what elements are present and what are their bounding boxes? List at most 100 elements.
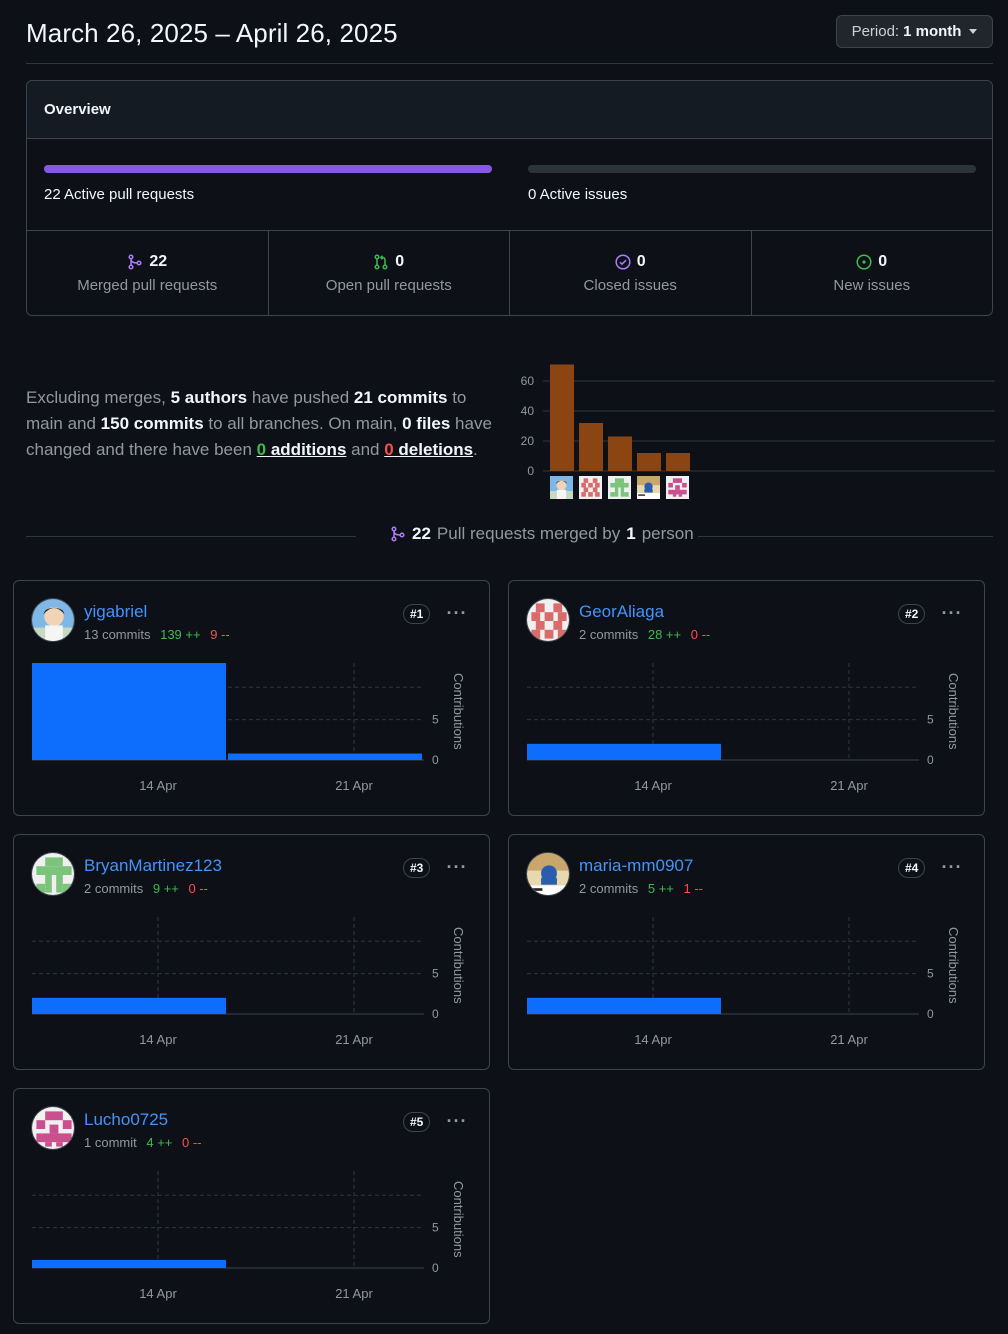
identicon-avatar — [32, 1107, 74, 1149]
contributor-card: Lucho0725 1 commit 4 ++ 0 -- #5 ··· 5 0 14… — [13, 1088, 490, 1324]
author-avatar-yigabriel[interactable] — [550, 476, 573, 499]
contribution-chart: 5 0 14 Apr 21 Apr Contributions — [32, 1171, 466, 1301]
profile-photo-avatar — [527, 853, 569, 895]
author-avatar-BryanMartinez123[interactable] — [608, 476, 631, 499]
profile-photo-avatar — [550, 476, 573, 499]
contribution-chart: 5 0 14 Apr 21 Apr Contributions — [32, 917, 466, 1047]
merged-text: Pull requests merged by — [436, 524, 621, 543]
git-merge-icon — [391, 526, 405, 542]
commit-bar-yigabriel[interactable] — [550, 364, 574, 472]
contribution-bar[interactable] — [527, 997, 721, 1014]
git-pull-request-icon — [374, 254, 388, 270]
stat-open-prs[interactable]: 0 Open pull requests — [269, 231, 510, 315]
active-prs-link[interactable]: 22 Active pull requests — [44, 186, 194, 203]
commit-bar-BryanMartinez123[interactable] — [608, 436, 632, 472]
header-divider — [26, 63, 993, 64]
merged-by-summary: 22 Pull requests merged by 1 person — [386, 524, 698, 544]
contribution-bar[interactable] — [32, 1259, 226, 1268]
y-tick-label: 0 — [432, 1261, 439, 1275]
contribution-bar[interactable] — [32, 997, 226, 1014]
deletions-word: deletions — [398, 440, 474, 459]
contribution-chart: 5 0 14 Apr 21 Apr Contributions — [32, 663, 466, 793]
contributor-commits[interactable]: 13 commits — [84, 627, 150, 642]
summary-text: and — [346, 440, 385, 459]
contributor-commits[interactable]: 1 commit — [84, 1135, 137, 1150]
contribution-bar[interactable] — [527, 743, 721, 760]
avatar[interactable] — [31, 1106, 75, 1150]
y-tick-label: 0 — [927, 1007, 934, 1021]
git-merge-icon — [128, 254, 142, 270]
overview-stats: 22 Merged pull requests 0 Open pull requ… — [27, 231, 993, 315]
x-tick-label: 21 Apr — [335, 1032, 373, 1047]
stat-closed-count: 0 — [636, 253, 646, 270]
summary-text: have pushed — [247, 388, 354, 407]
contributor-deletions: 1 -- — [683, 881, 704, 896]
y-tick-label: 60 — [521, 374, 535, 388]
stat-open-label: Open pull requests — [325, 277, 452, 294]
contribution-chart: 5 0 14 Apr 21 Apr Contributions — [527, 917, 961, 1047]
kebab-menu-icon[interactable]: ··· — [939, 855, 965, 879]
stat-new-label: New issues — [833, 277, 911, 294]
kebab-menu-icon[interactable]: ··· — [939, 601, 965, 625]
x-tick-label: 21 Apr — [830, 778, 868, 793]
issue-closed-icon — [615, 254, 631, 270]
contributor-meta: 2 commits 9 ++ 0 -- — [84, 881, 208, 896]
contributor-name[interactable]: GeorAliaga — [579, 602, 664, 622]
kebab-menu-icon[interactable]: ··· — [444, 855, 470, 879]
period-dropdown-button[interactable]: Period: 1 month — [836, 15, 993, 48]
contribution-chart: 5 0 14 Apr 21 Apr Contributions — [527, 663, 961, 793]
author-avatar-Lucho0725[interactable] — [666, 476, 689, 499]
deletions-link[interactable]: 0 deletions — [384, 440, 473, 459]
period-prefix: Period: — [851, 23, 900, 40]
contribution-bar[interactable] — [32, 663, 226, 760]
y-tick-label: 20 — [521, 434, 535, 448]
commit-summary: Excluding merges, 5 authors have pushed … — [26, 385, 506, 463]
additions-link[interactable]: 0 additions — [257, 440, 347, 459]
summary-authors: 5 authors — [170, 388, 248, 407]
contributor-name[interactable]: yigabriel — [84, 602, 147, 622]
identicon-avatar — [527, 599, 569, 641]
contributor-name[interactable]: Lucho0725 — [84, 1110, 168, 1130]
page-title: March 26, 2025 – April 26, 2025 — [26, 18, 398, 48]
profile-photo-avatar — [637, 476, 660, 499]
contributor-commits[interactable]: 2 commits — [579, 627, 638, 642]
merged-text: person — [641, 524, 694, 543]
stat-merged-prs[interactable]: 22 Merged pull requests — [27, 231, 269, 315]
commit-bar-GeorAliaga[interactable] — [579, 423, 603, 471]
commit-bar-maria-mm0907[interactable] — [637, 453, 661, 471]
commit-bar-Lucho0725[interactable] — [666, 453, 690, 471]
avatar[interactable] — [526, 598, 570, 642]
stat-new-issues[interactable]: 0 New issues — [752, 231, 993, 315]
contributor-commits[interactable]: 2 commits — [84, 881, 143, 896]
x-tick-label: 21 Apr — [335, 1286, 373, 1301]
kebab-menu-icon[interactable]: ··· — [444, 1109, 470, 1133]
contributor-name[interactable]: BryanMartinez123 — [84, 856, 222, 876]
contributor-deletions: 0 -- — [182, 1135, 202, 1150]
contributor-additions: 5 ++ — [647, 881, 674, 896]
identicon-avatar — [666, 476, 689, 499]
avatar[interactable] — [526, 852, 570, 896]
kebab-menu-icon[interactable]: ··· — [444, 601, 470, 625]
avatar[interactable] — [31, 598, 75, 642]
identicon-avatar — [32, 853, 74, 895]
contributor-additions: 4 ++ — [146, 1135, 173, 1150]
stat-merged-count: 22 — [149, 253, 168, 270]
active-issues-link[interactable]: 0 Active issues — [528, 186, 627, 203]
contribution-bar[interactable] — [228, 753, 422, 760]
contributor-name[interactable]: maria-mm0907 — [579, 856, 693, 876]
stat-closed-label: Closed issues — [583, 277, 677, 294]
x-tick-label: 14 Apr — [139, 778, 177, 793]
active-prs-bar-fill — [44, 165, 492, 173]
rank-badge: #4 — [898, 858, 926, 878]
contributor-commits[interactable]: 2 commits — [579, 881, 638, 896]
author-avatar-GeorAliaga[interactable] — [579, 476, 602, 499]
y-tick-label: 5 — [927, 713, 934, 727]
author-avatar-maria-mm0907[interactable] — [637, 476, 660, 499]
avatar[interactable] — [31, 852, 75, 896]
x-tick-label: 14 Apr — [634, 778, 672, 793]
stat-closed-issues[interactable]: 0 Closed issues — [510, 231, 752, 315]
summary-files: 0 files — [402, 414, 451, 433]
y-axis-label: Contributions — [451, 1181, 466, 1258]
merged-by-divider: 22 Pull requests merged by 1 person — [26, 524, 993, 548]
y-axis-label: Contributions — [946, 673, 961, 750]
